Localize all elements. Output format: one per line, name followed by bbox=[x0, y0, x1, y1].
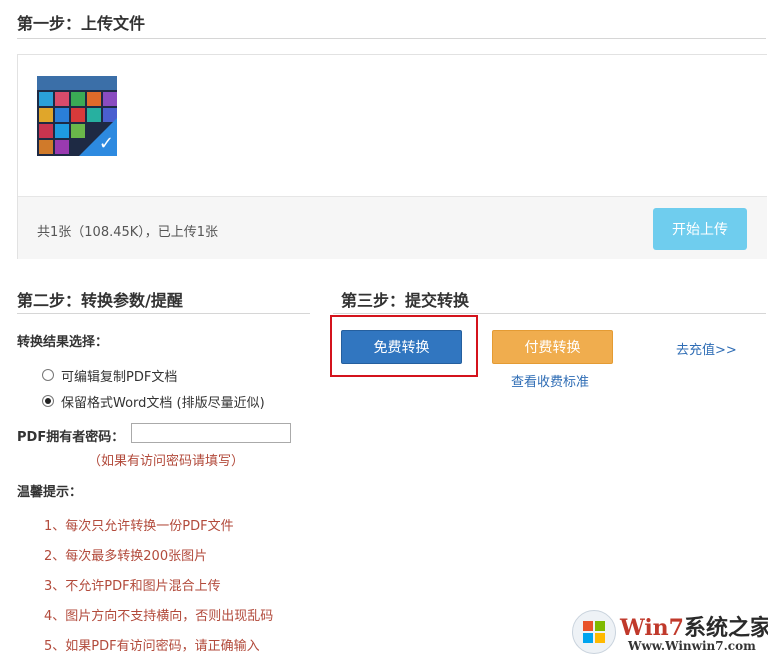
thumbnail-tile bbox=[55, 92, 69, 106]
thumbnail-tile bbox=[39, 124, 53, 138]
upload-status: 共1张（108.45K），已上传1张 bbox=[37, 225, 219, 240]
password-hint: （如果有访问密码请填写） bbox=[88, 454, 245, 469]
thumbnail-header bbox=[37, 76, 117, 90]
upload-footer: 共1张（108.45K），已上传1张 开始上传 bbox=[18, 196, 767, 259]
tip-item: 3、不允许PDF和图片混合上传 bbox=[44, 579, 221, 594]
recharge-link[interactable]: 去充值>> bbox=[676, 339, 737, 358]
option-pdf[interactable]: 可编辑复制PDF文档 bbox=[42, 366, 178, 385]
option-pdf-label: 可编辑复制PDF文档 bbox=[61, 369, 178, 385]
thumbnail-tile bbox=[103, 92, 117, 106]
step2-divider bbox=[17, 313, 310, 314]
watermark-brand-prefix: Win7 bbox=[620, 615, 684, 641]
pricing-link[interactable]: 查看收费标准 bbox=[511, 371, 589, 390]
password-label: PDF拥有者密码： bbox=[17, 430, 125, 445]
tip-item: 5、如果PDF有访问密码，请正确输入 bbox=[44, 639, 260, 654]
thumbnail-tile bbox=[55, 124, 69, 138]
paid-convert-button[interactable]: 付费转换 bbox=[492, 330, 613, 364]
thumbnail-tile bbox=[55, 108, 69, 122]
tip-item: 4、图片方向不支持横向，否则出现乱码 bbox=[44, 609, 274, 624]
option-word-label: 保留格式Word文档 (排版尽量近似) bbox=[61, 395, 265, 411]
uploaded-image-thumbnail[interactable]: ✓ bbox=[37, 76, 117, 156]
site-watermark: Win7系统之家 Www.Winwin7.com bbox=[570, 606, 768, 659]
radio-pdf[interactable] bbox=[42, 369, 54, 381]
tips-label: 温馨提示： bbox=[17, 485, 83, 500]
upload-panel: ✓ 共1张（108.45K），已上传1张 开始上传 bbox=[17, 54, 767, 259]
thumbnail-tile bbox=[39, 92, 53, 106]
thumbnail-tile bbox=[71, 92, 85, 106]
watermark-brand-suffix: 系统之家 bbox=[683, 615, 768, 641]
owner-password-input[interactable] bbox=[131, 423, 291, 443]
option-word[interactable]: 保留格式Word文档 (排版尽量近似) bbox=[42, 392, 265, 411]
checkmark-icon: ✓ bbox=[98, 133, 114, 154]
tip-item: 2、每次最多转换200张图片 bbox=[44, 549, 208, 564]
watermark-url: Www.Winwin7.com bbox=[628, 639, 756, 653]
start-upload-button[interactable]: 开始上传 bbox=[653, 208, 747, 250]
step3-title: 第三步：提交转换 bbox=[341, 291, 470, 310]
thumbnail-tile bbox=[55, 140, 69, 154]
free-convert-button[interactable]: 免费转换 bbox=[341, 330, 462, 364]
step1-title: 第一步：上传文件 bbox=[17, 14, 146, 33]
step3-divider bbox=[333, 313, 766, 314]
result-choice-label: 转换结果选择： bbox=[17, 335, 109, 350]
step2-title: 第二步：转换参数/提醒 bbox=[17, 291, 183, 310]
radio-word[interactable] bbox=[42, 395, 54, 407]
step1-divider bbox=[17, 38, 766, 39]
tip-item: 1、每次只允许转换一份PDF文件 bbox=[44, 519, 234, 534]
thumbnail-tile bbox=[87, 92, 101, 106]
watermark-brand: Win7系统之家 bbox=[620, 610, 768, 642]
thumbnail-tile bbox=[39, 108, 53, 122]
thumbnail-tile bbox=[39, 140, 53, 154]
windows-logo-icon bbox=[572, 610, 616, 654]
